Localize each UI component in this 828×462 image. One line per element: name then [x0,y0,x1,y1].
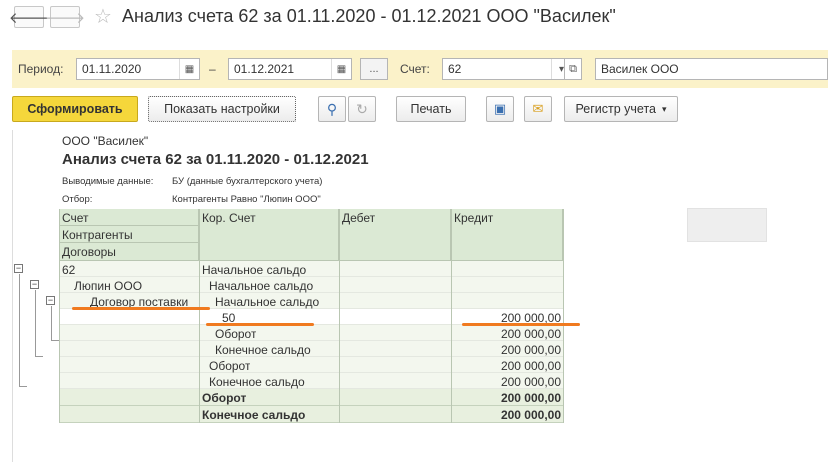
date-to-field[interactable]: 01.12.2021 ▦ [228,58,352,80]
header-contracts: Договоры [59,243,199,261]
window-title: Анализ счета 62 за 01.11.2020 - 01.12.20… [122,6,616,26]
row-credit: 200 000,00 [500,343,561,357]
forward-arrow-icon: 🡒 [44,9,86,27]
period-dash: – [209,62,216,76]
column-divider [451,209,452,423]
row-credit: 200 000,00 [500,375,561,389]
filter-value: Контрагенты Равно "Люпин ООО" [172,194,321,205]
table-row[interactable]: Конечное сальдо 200 000,00 [59,373,563,389]
output-data-label: Выводимые данные: [62,176,154,187]
tree-line [51,306,52,340]
account-field[interactable]: 62 ▾ [442,58,572,80]
filter-label: Отбор: [62,194,93,205]
show-settings-button[interactable]: Показать настройки [148,96,296,122]
output-data-value: БУ (данные бухгалтерского учета) [172,176,323,187]
row-corr-account: Начальное сальдо [215,295,320,309]
back-button[interactable]: 🡐 [9,6,49,28]
forward-button[interactable]: 🡒 [45,6,85,28]
row-account: 62 [62,263,76,277]
total-credit: 200 000,00 [500,391,561,405]
row-corr-account: Конечное сальдо [215,343,311,357]
mail-icon[interactable]: ✉ [524,96,552,122]
search-icon[interactable]: ⚲ [318,96,346,122]
header-contractors: Контрагенты [59,226,199,243]
table-row[interactable]: Оборот 200 000,00 [59,325,563,341]
collapse-level1-toggle[interactable]: − [14,264,23,273]
account-value: 62 [448,62,462,76]
row-contractor: Люпин ООО [74,279,143,293]
total-row[interactable]: Конечное сальдо 200 000,00 [59,406,563,423]
tree-line [19,274,20,386]
header-debit: Дебет [339,209,451,261]
column-divider [59,209,60,423]
organization-value: Василек ООО [601,62,679,76]
collapse-level2-toggle[interactable]: − [30,280,39,289]
annotation-underline [72,307,210,310]
table-row[interactable]: Конечное сальдо 200 000,00 [59,341,563,357]
title-bar: 🡐 🡒 ☆ Анализ счета 62 за 01.11.2020 - 01… [0,0,828,36]
column-divider [339,209,340,423]
column-divider [563,209,564,423]
annotation-underline [206,323,314,326]
total-label: Конечное сальдо [202,408,306,422]
row-corr-account: Оборот [209,359,251,373]
chevron-down-icon: ▾ [662,103,667,114]
tree-line [35,356,43,357]
tree-line [19,386,27,387]
tree-line [35,290,36,356]
row-corr-account: Оборот [215,327,257,341]
column-divider [199,209,200,423]
calendar-icon[interactable]: ▦ [331,59,351,79]
organization-field[interactable]: Василек ООО [595,58,828,80]
parameters-panel: Период: 01.11.2020 ▦ – 01.12.2021 ▦ ... … [12,50,828,88]
row-credit: 200 000,00 [500,327,561,341]
calendar-icon[interactable]: ▦ [179,59,199,79]
table-row[interactable]: Люпин ООО Начальное сальдо [59,277,563,293]
row-corr-account: Начальное сальдо [202,263,307,277]
period-label: Период: [18,62,64,76]
total-label: Оборот [202,391,247,405]
header-corr-account: Кор. Счет [199,209,339,261]
save-icon[interactable]: ▣ [486,96,514,122]
open-icon[interactable]: ⧉ [564,58,582,80]
table-row[interactable]: Оборот 200 000,00 [59,357,563,373]
report-title: Анализ счета 62 за 01.11.2020 - 01.12.20… [62,151,369,168]
empty-placeholder [687,208,767,242]
date-from-value: 01.11.2020 [82,62,142,76]
total-credit: 200 000,00 [500,408,561,422]
tree-line [51,340,59,341]
total-row[interactable]: Оборот 200 000,00 [59,389,563,406]
date-to-value: 01.12.2021 [234,62,295,76]
register-label: Регистр учета [575,102,656,116]
date-from-field[interactable]: 01.11.2020 ▦ [76,58,200,80]
generate-button[interactable]: Сформировать [12,96,138,122]
header-credit: Кредит [451,209,563,261]
table-row[interactable]: 62 Начальное сальдо [59,261,563,277]
annotation-underline [462,323,580,326]
row-corr-account: Конечное сальдо [209,375,305,389]
refresh-icon[interactable]: ↻ [348,96,376,122]
account-label: Счет: [400,62,430,76]
header-account: Счет [59,209,199,226]
period-select-button[interactable]: ... [360,58,388,80]
star-icon[interactable]: ☆ [94,4,112,29]
print-button[interactable]: Печать [396,96,466,122]
collapse-level3-toggle[interactable]: − [46,296,55,305]
report-organization: ООО "Василек" [62,134,149,148]
back-arrow-icon: 🡐 [8,9,50,27]
register-dropdown-button[interactable]: Регистр учета ▾ [564,96,678,122]
row-credit: 200 000,00 [500,359,561,373]
row-corr-account: Начальное сальдо [209,279,314,293]
